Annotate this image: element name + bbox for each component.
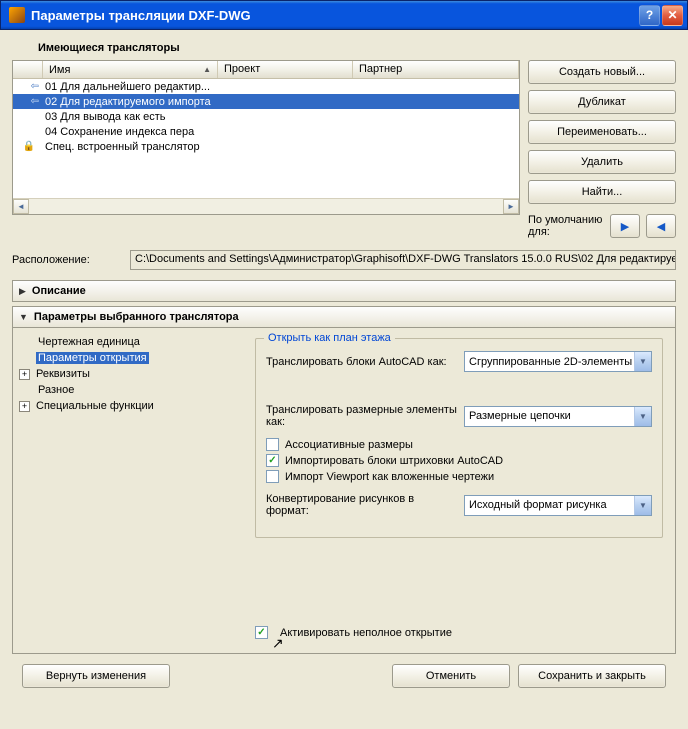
chevron-right-icon: ▶ — [19, 286, 26, 297]
col-icon[interactable] — [13, 61, 43, 78]
default-export-button[interactable]: ◀ — [646, 214, 676, 238]
translate-dims-label: Транслировать размерные элементы как: — [266, 404, 458, 428]
partial-open-checkbox[interactable]: ✓ Активировать неполное открытие — [255, 626, 663, 639]
import-viewport-checkbox[interactable]: Импорт Viewport как вложенные чертежи — [266, 470, 652, 483]
expand-icon[interactable]: + — [19, 401, 30, 412]
default-import-button[interactable]: ▶ — [610, 214, 640, 238]
close-button[interactable]: ✕ — [662, 5, 683, 26]
chevron-down-icon: ▼ — [634, 496, 651, 515]
chevron-down-icon: ▼ — [634, 352, 651, 371]
save-close-button[interactable]: Сохранить и закрыть — [518, 664, 666, 688]
tree-item-special[interactable]: +Специальные функции — [17, 398, 239, 414]
cancel-button[interactable]: Отменить — [392, 664, 510, 688]
table-row[interactable]: 03 Для вывода как есть — [13, 109, 519, 124]
default-for-label: По умолчанию для: — [528, 214, 604, 238]
table-row[interactable]: 🔒Спец. встроенный транслятор — [13, 139, 519, 154]
scroll-left-icon[interactable]: ◄ — [13, 199, 29, 214]
import-icon: ⇦ — [15, 96, 43, 107]
checkbox-icon — [266, 470, 279, 483]
revert-button[interactable]: Вернуть изменения — [22, 664, 170, 688]
location-label: Расположение: — [12, 254, 122, 266]
checkbox-icon — [266, 438, 279, 451]
checkbox-checked-icon: ✓ — [266, 454, 279, 467]
col-project[interactable]: Проект — [218, 61, 353, 78]
table-row[interactable]: 04 Сохранение индекса пера — [13, 124, 519, 139]
col-name[interactable]: Имя▲ — [43, 61, 218, 78]
chevron-down-icon: ▼ — [634, 407, 651, 426]
description-accordion[interactable]: ▶ Описание — [12, 280, 676, 302]
rename-button[interactable]: Переименовать... — [528, 120, 676, 144]
translators-heading: Имеющиеся трансляторы — [38, 42, 676, 54]
import-hatch-checkbox[interactable]: ✓ Импортировать блоки штриховки AutoCAD — [266, 454, 652, 467]
translators-list: Имя▲ Проект Партнер ⇦01 Для дальнейшего … — [12, 60, 520, 215]
chevron-down-icon: ▼ — [19, 312, 28, 322]
import-icon: ⇦ — [15, 81, 43, 92]
horizontal-scrollbar[interactable]: ◄ ► — [13, 198, 519, 214]
app-icon — [9, 7, 25, 23]
window-title: Параметры трансляции DXF-DWG — [29, 8, 637, 23]
table-row[interactable]: ⇦01 Для дальнейшего редактир... — [13, 79, 519, 94]
translate-blocks-combo[interactable]: Сгруппированные 2D-элементы ▼ — [464, 351, 652, 372]
params-accordion[interactable]: ▼ Параметры выбранного транслятора — [12, 306, 676, 328]
list-header: Имя▲ Проект Партнер — [13, 61, 519, 79]
table-row[interactable]: ⇦02 Для редактируемого импорта — [13, 94, 519, 109]
group-legend: Открыть как план этажа — [264, 332, 395, 344]
expand-icon[interactable]: + — [19, 369, 30, 380]
category-tree: Чертежная единица Параметры открытия +Ре… — [13, 328, 243, 653]
tree-item-open-params[interactable]: Параметры открытия — [17, 350, 239, 366]
delete-button[interactable]: Удалить — [528, 150, 676, 174]
duplicate-button[interactable]: Дубликат — [528, 90, 676, 114]
create-new-button[interactable]: Создать новый... — [528, 60, 676, 84]
convert-pics-combo[interactable]: Исходный формат рисунка ▼ — [464, 495, 652, 516]
tree-item-drawing-unit[interactable]: Чертежная единица — [17, 334, 239, 350]
convert-pics-label: Конвертирование рисунков в формат: — [266, 493, 458, 517]
assoc-dims-checkbox[interactable]: Ассоциативные размеры — [266, 438, 652, 451]
open-as-floor-plan-group: Открыть как план этажа Транслировать бло… — [255, 338, 663, 538]
scroll-right-icon[interactable]: ► — [503, 199, 519, 214]
col-partner[interactable]: Партнер — [353, 61, 519, 78]
titlebar: Параметры трансляции DXF-DWG ? ✕ — [0, 0, 688, 30]
translate-blocks-label: Транслировать блоки AutoCAD как: — [266, 356, 458, 368]
find-button[interactable]: Найти... — [528, 180, 676, 204]
location-field: C:\Documents and Settings\Администратор\… — [130, 250, 676, 270]
tree-item-attributes[interactable]: +Реквизиты — [17, 366, 239, 382]
sort-indicator-icon: ▲ — [203, 65, 211, 74]
arrow-left-icon: ◀ — [657, 220, 665, 233]
checkbox-checked-icon: ✓ — [255, 626, 268, 639]
lock-icon: 🔒 — [15, 141, 43, 152]
translate-dims-combo[interactable]: Размерные цепочки ▼ — [464, 406, 652, 427]
arrow-right-icon: ▶ — [621, 220, 629, 233]
help-button[interactable]: ? — [639, 5, 660, 26]
tree-item-misc[interactable]: Разное — [17, 382, 239, 398]
